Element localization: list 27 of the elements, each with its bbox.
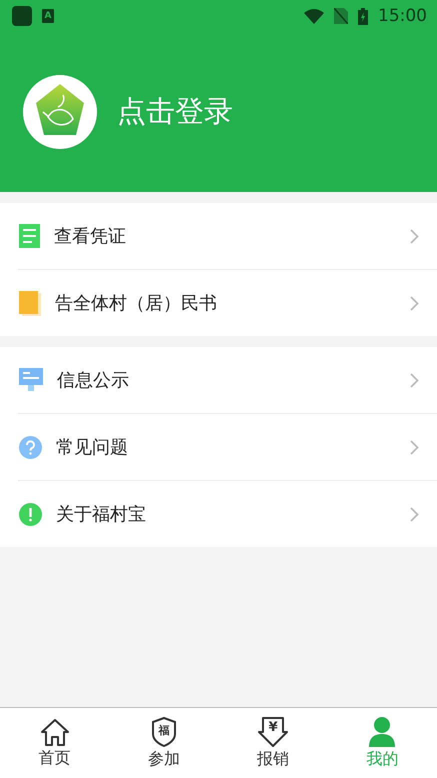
nav-tab[interactable]: ¥ 报销 [218, 708, 328, 778]
menu-item[interactable]: 关于福村宝 [0, 481, 437, 547]
chevron-right-icon [410, 372, 419, 388]
menu-item[interactable]: 常见问题 [0, 414, 437, 480]
chevron-right-icon [410, 228, 419, 244]
keyboard-icon: A [42, 9, 54, 23]
no-sim-icon [334, 8, 348, 24]
wifi-icon [304, 8, 324, 24]
nav-tab[interactable]: 福 参加 [109, 708, 218, 778]
battery-icon [358, 8, 368, 24]
exclamation-icon [19, 502, 42, 526]
document-icon [19, 224, 40, 248]
chevron-right-icon [410, 506, 419, 522]
book-icon [19, 290, 41, 316]
home-icon [38, 717, 71, 747]
app-icon [12, 6, 32, 26]
logo-avatar[interactable] [23, 75, 97, 149]
menu-item[interactable]: 告全体村（居）民书 [0, 270, 437, 336]
menu-item[interactable]: 信息公示 [0, 347, 437, 413]
chevron-right-icon [410, 296, 419, 310]
chevron-right-icon [410, 440, 419, 454]
clock-time: 15:00 [378, 6, 427, 26]
monitor-icon [19, 368, 43, 392]
question-icon [19, 436, 42, 458]
nav-tab[interactable]: 首页 [0, 708, 110, 778]
menu-item[interactable]: 查看凭证 [0, 203, 437, 269]
download-icon: ¥ [257, 716, 290, 748]
